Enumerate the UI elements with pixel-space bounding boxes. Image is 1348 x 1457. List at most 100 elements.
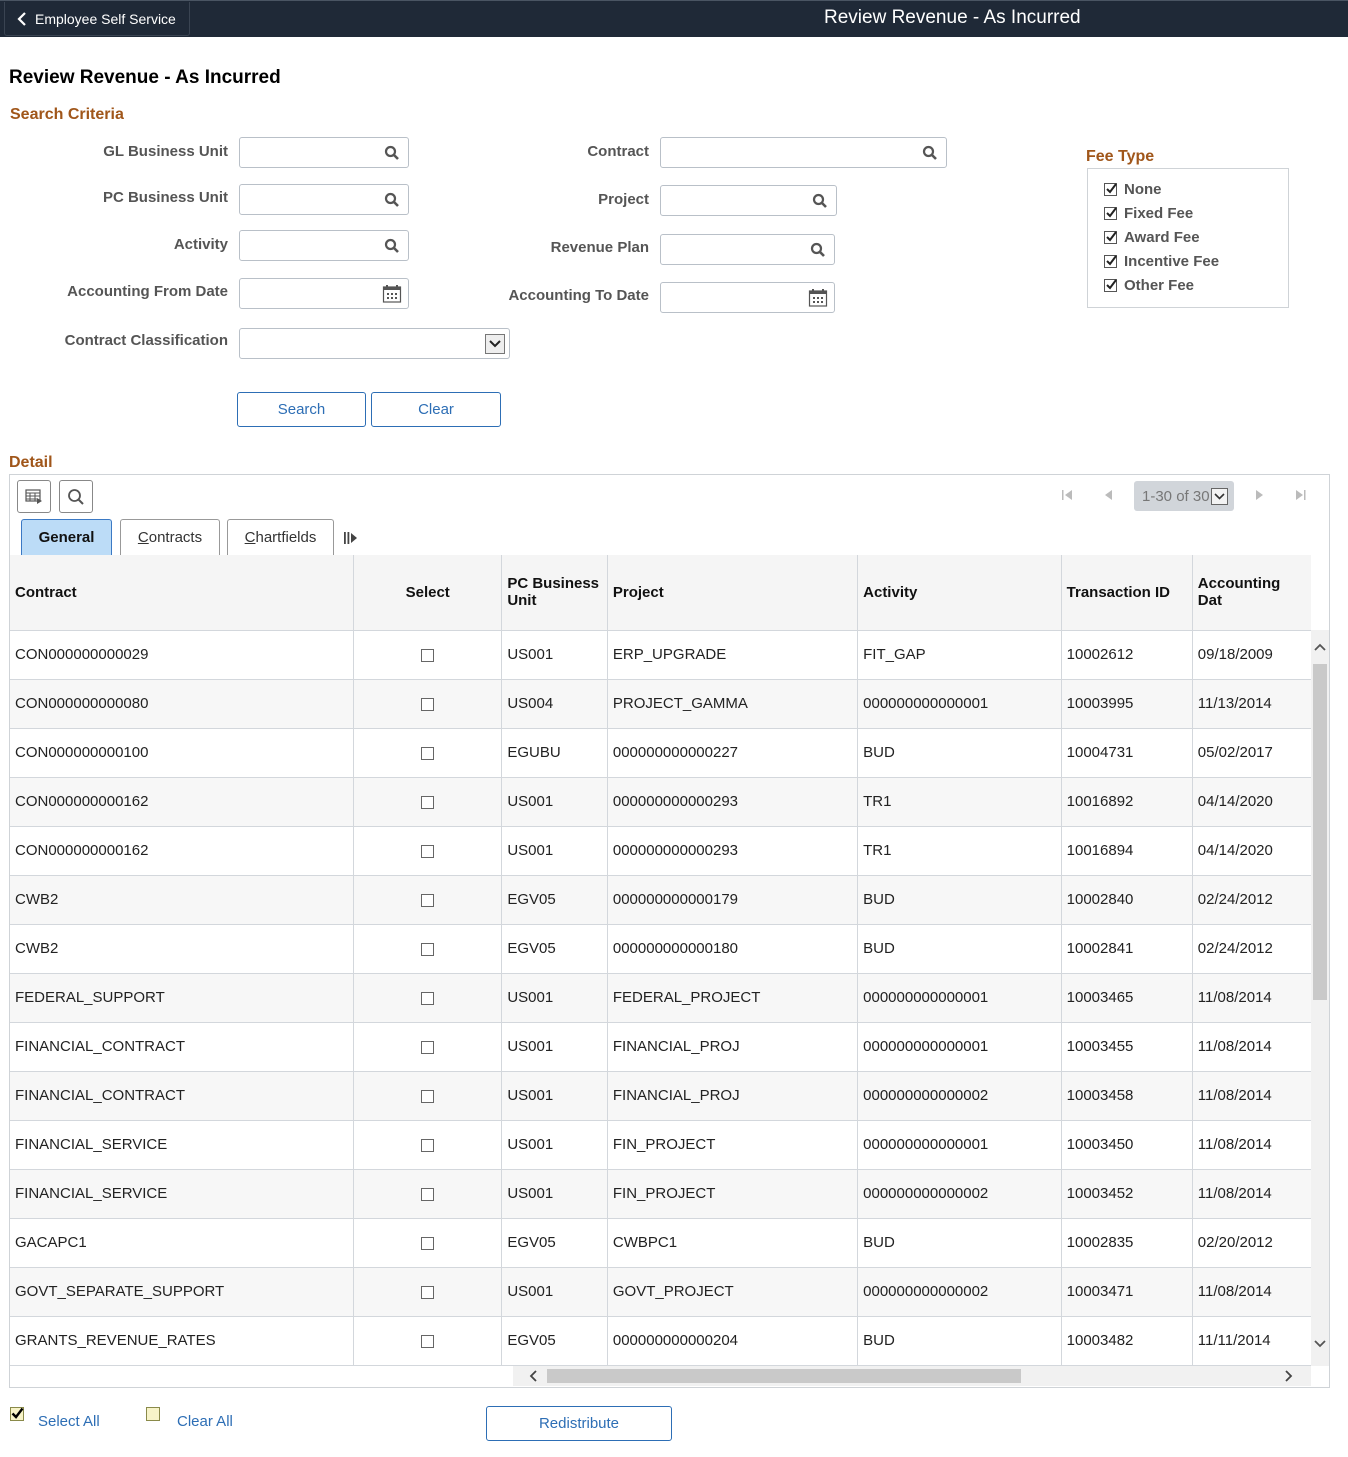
table-row: CON000000000162 US001 000000000000293 TR1 10… bbox=[10, 826, 1311, 876]
cell-accounting-date: 11/08/2014 bbox=[1192, 1267, 1311, 1317]
checkbox-checked[interactable] bbox=[1104, 279, 1117, 292]
row-select-checkbox[interactable] bbox=[421, 1236, 435, 1250]
row-select-checkbox[interactable] bbox=[421, 844, 435, 858]
fee-type-award-fee[interactable]: Award Fee bbox=[1104, 229, 1200, 246]
tab-general[interactable]: General bbox=[21, 519, 112, 555]
activity-input[interactable] bbox=[239, 230, 409, 261]
cell-select bbox=[353, 973, 503, 1023]
cell-transaction-id: 10003465 bbox=[1061, 973, 1193, 1023]
scroll-right-icon[interactable] bbox=[1285, 1370, 1293, 1382]
search-icon[interactable] bbox=[384, 192, 400, 208]
project-input[interactable] bbox=[660, 185, 837, 216]
search-icon[interactable] bbox=[384, 238, 400, 254]
scrollbar-thumb[interactable] bbox=[547, 1369, 1021, 1383]
select-all-link[interactable]: Select All bbox=[38, 1413, 100, 1430]
accounting-to-date-input[interactable] bbox=[660, 282, 835, 313]
column-header-transaction-id[interactable]: Transaction ID bbox=[1061, 555, 1193, 631]
personalize-grid-button[interactable] bbox=[17, 480, 51, 513]
fee-type-none[interactable]: None bbox=[1104, 181, 1162, 198]
cell-pc-business-unit: US001 bbox=[501, 826, 608, 876]
column-header-activity[interactable]: Activity bbox=[857, 555, 1062, 631]
row-select-checkbox[interactable] bbox=[421, 1040, 435, 1054]
back-button[interactable]: Employee Self Service bbox=[4, 2, 190, 36]
scrollbar-thumb[interactable] bbox=[1313, 664, 1327, 1000]
cell-pc-business-unit: US001 bbox=[501, 1120, 608, 1170]
search-icon[interactable] bbox=[384, 145, 400, 161]
row-select-checkbox[interactable] bbox=[421, 893, 435, 907]
cell-transaction-id: 10016892 bbox=[1061, 777, 1193, 827]
pc-business-unit-input[interactable] bbox=[239, 184, 409, 215]
cell-activity: TR1 bbox=[857, 777, 1062, 827]
row-select-checkbox[interactable] bbox=[421, 991, 435, 1005]
previous-page-icon[interactable] bbox=[1102, 488, 1116, 502]
cell-accounting-date: 11/08/2014 bbox=[1192, 1120, 1311, 1170]
select-all-checkbox[interactable] bbox=[10, 1407, 24, 1421]
row-select-checkbox[interactable] bbox=[421, 1285, 435, 1299]
tab-contracts[interactable]: Contracts bbox=[120, 519, 220, 555]
gl-business-unit-input[interactable] bbox=[239, 137, 409, 168]
scroll-left-icon[interactable] bbox=[529, 1370, 537, 1382]
accounting-from-date-input[interactable] bbox=[239, 278, 409, 309]
cell-activity: 000000000000001 bbox=[857, 1120, 1062, 1170]
search-icon[interactable] bbox=[922, 145, 938, 161]
checkbox-checked[interactable] bbox=[1104, 207, 1117, 220]
first-page-icon[interactable] bbox=[1061, 488, 1075, 502]
search-button[interactable]: Search bbox=[237, 392, 366, 427]
column-header-project[interactable]: Project bbox=[607, 555, 859, 631]
redistribute-button[interactable]: Redistribute bbox=[486, 1406, 672, 1441]
row-select-checkbox[interactable] bbox=[421, 648, 435, 662]
next-page-icon[interactable] bbox=[1252, 488, 1266, 502]
show-all-columns-icon[interactable] bbox=[343, 531, 359, 545]
scroll-up-icon[interactable] bbox=[1314, 643, 1326, 651]
contract-classification-select[interactable] bbox=[239, 328, 510, 359]
cell-pc-business-unit: EGV05 bbox=[501, 924, 608, 974]
search-icon[interactable] bbox=[812, 193, 828, 209]
calendar-icon[interactable] bbox=[382, 284, 402, 304]
row-select-checkbox[interactable] bbox=[421, 1187, 435, 1201]
column-header-accounting-date[interactable]: Accounting Dat bbox=[1192, 555, 1311, 631]
fee-type-other-fee[interactable]: Other Fee bbox=[1104, 277, 1194, 294]
table-row: CWB2 EGV05 000000000000180 BUD 10002841 02/24… bbox=[10, 924, 1311, 974]
clear-all-checkbox[interactable] bbox=[146, 1407, 160, 1421]
row-select-checkbox[interactable] bbox=[421, 746, 435, 760]
revenue-plan-input[interactable] bbox=[660, 234, 835, 265]
cell-activity: 000000000000002 bbox=[857, 1071, 1062, 1121]
search-icon[interactable] bbox=[810, 242, 826, 258]
row-select-checkbox[interactable] bbox=[421, 942, 435, 956]
fee-type-fixed-fee[interactable]: Fixed Fee bbox=[1104, 205, 1193, 222]
row-select-checkbox[interactable] bbox=[421, 697, 435, 711]
row-select-checkbox[interactable] bbox=[421, 795, 435, 809]
calendar-icon[interactable] bbox=[808, 288, 828, 308]
vertical-scrollbar[interactable] bbox=[1311, 630, 1329, 1366]
last-page-icon[interactable] bbox=[1293, 488, 1307, 502]
scroll-down-icon[interactable] bbox=[1314, 1340, 1326, 1348]
clear-all-link[interactable]: Clear All bbox=[177, 1413, 233, 1430]
detail-heading: Detail bbox=[9, 454, 53, 471]
gl-business-unit-label: GL Business Unit bbox=[103, 143, 228, 160]
horizontal-scrollbar[interactable] bbox=[513, 1366, 1311, 1386]
checkbox-checked[interactable] bbox=[1104, 231, 1117, 244]
column-header-contract[interactable]: Contract bbox=[10, 555, 355, 631]
checkbox-checked[interactable] bbox=[1104, 255, 1117, 268]
cell-accounting-date: 11/08/2014 bbox=[1192, 1169, 1311, 1219]
column-header-select[interactable]: Select bbox=[353, 555, 503, 631]
cell-accounting-date: 11/08/2014 bbox=[1192, 1071, 1311, 1121]
column-header-pc-business-unit[interactable]: PC Business Unit bbox=[501, 555, 608, 631]
tab-chartfields[interactable]: Chartfields bbox=[227, 519, 334, 555]
page-range-selector[interactable]: 1-30 of 30 bbox=[1134, 481, 1234, 511]
contract-input[interactable] bbox=[660, 137, 947, 168]
table-row: CON000000000100 EGUBU 000000000000227 BUD 10… bbox=[10, 728, 1311, 778]
row-select-checkbox[interactable] bbox=[421, 1089, 435, 1103]
row-select-checkbox[interactable] bbox=[421, 1138, 435, 1152]
cell-contract: FINANCIAL_SERVICE bbox=[10, 1169, 355, 1219]
cell-select bbox=[353, 1218, 503, 1268]
row-select-checkbox[interactable] bbox=[421, 1334, 435, 1348]
checkbox-checked[interactable] bbox=[1104, 183, 1117, 196]
fee-type-incentive-fee[interactable]: Incentive Fee bbox=[1104, 253, 1219, 270]
chevron-down-icon[interactable] bbox=[485, 334, 505, 354]
cell-pc-business-unit: EGV05 bbox=[501, 1218, 608, 1268]
cell-transaction-id: 10004731 bbox=[1061, 728, 1193, 778]
clear-button[interactable]: Clear bbox=[371, 392, 501, 427]
find-in-grid-button[interactable] bbox=[59, 480, 93, 513]
chevron-down-icon[interactable] bbox=[1210, 487, 1228, 505]
